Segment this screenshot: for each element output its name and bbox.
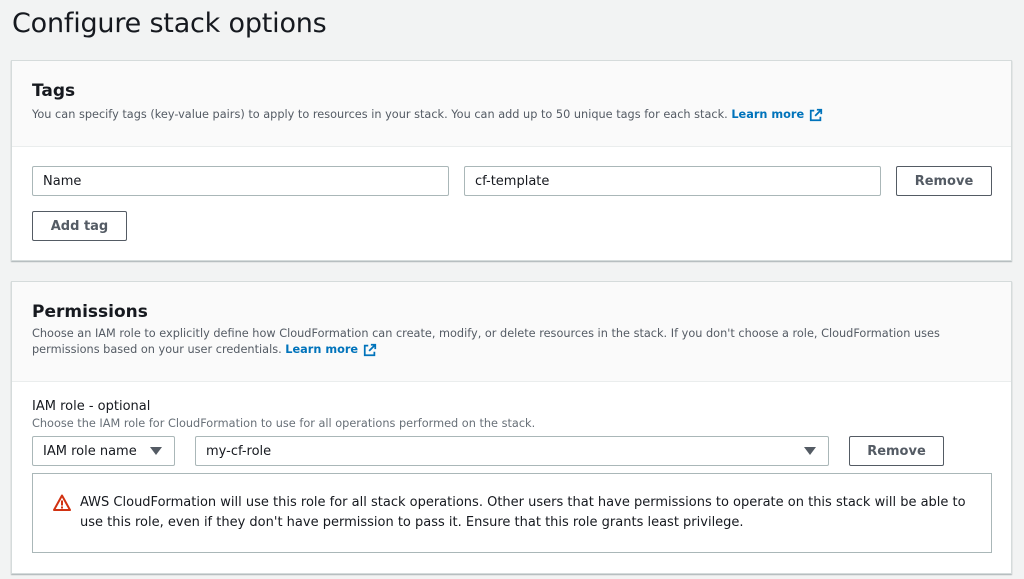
permissions-learn-more-link[interactable]: Learn more	[285, 342, 377, 358]
tag-key-input[interactable]: Name	[32, 166, 449, 196]
caret-down-icon	[150, 447, 162, 455]
tags-panel-header: Tags You can specify tags (key-value pai…	[12, 61, 1011, 147]
permissions-description-text: Choose an IAM role to explicitly define …	[32, 327, 940, 356]
warning-icon	[53, 494, 71, 511]
tags-learn-more-label: Learn more	[731, 108, 805, 121]
tags-description: You can specify tags (key-value pairs) t…	[32, 107, 991, 123]
external-link-icon	[810, 108, 823, 122]
remove-tag-button[interactable]: Remove	[896, 166, 992, 196]
page-title: Configure stack options	[12, 8, 327, 39]
permissions-panel: Permissions Choose an IAM role to explic…	[11, 281, 1012, 574]
tags-panel: Tags You can specify tags (key-value pai…	[11, 60, 1012, 261]
tag-value-input[interactable]: cf-template	[464, 166, 881, 196]
remove-role-button[interactable]: Remove	[849, 436, 944, 466]
iam-role-label: IAM role - optional	[32, 399, 151, 414]
warning-alert: AWS CloudFormation will use this role fo…	[32, 473, 992, 553]
warning-text: AWS CloudFormation will use this role fo…	[80, 495, 966, 530]
tags-learn-more-link[interactable]: Learn more	[731, 107, 823, 123]
external-link-icon	[363, 343, 377, 357]
tag-key-value: Name	[43, 173, 82, 189]
permissions-learn-more-label: Learn more	[285, 343, 359, 356]
permissions-panel-header: Permissions Choose an IAM role to explic…	[12, 282, 1011, 382]
iam-role-name-value: my-cf-role	[206, 443, 272, 459]
iam-role-type-value: IAM role name	[43, 443, 137, 459]
tag-value-value: cf-template	[475, 173, 550, 189]
iam-role-name-select[interactable]: my-cf-role	[195, 436, 829, 466]
permissions-title: Permissions	[32, 302, 148, 322]
caret-down-icon	[804, 447, 816, 455]
tags-description-text: You can specify tags (key-value pairs) t…	[32, 108, 728, 121]
permissions-description: Choose an IAM role to explicitly define …	[32, 326, 991, 358]
tags-title: Tags	[32, 81, 76, 101]
iam-role-description: Choose the IAM role for CloudFormation t…	[32, 417, 536, 430]
add-tag-button[interactable]: Add tag	[32, 211, 127, 241]
iam-role-type-select[interactable]: IAM role name	[32, 436, 175, 466]
